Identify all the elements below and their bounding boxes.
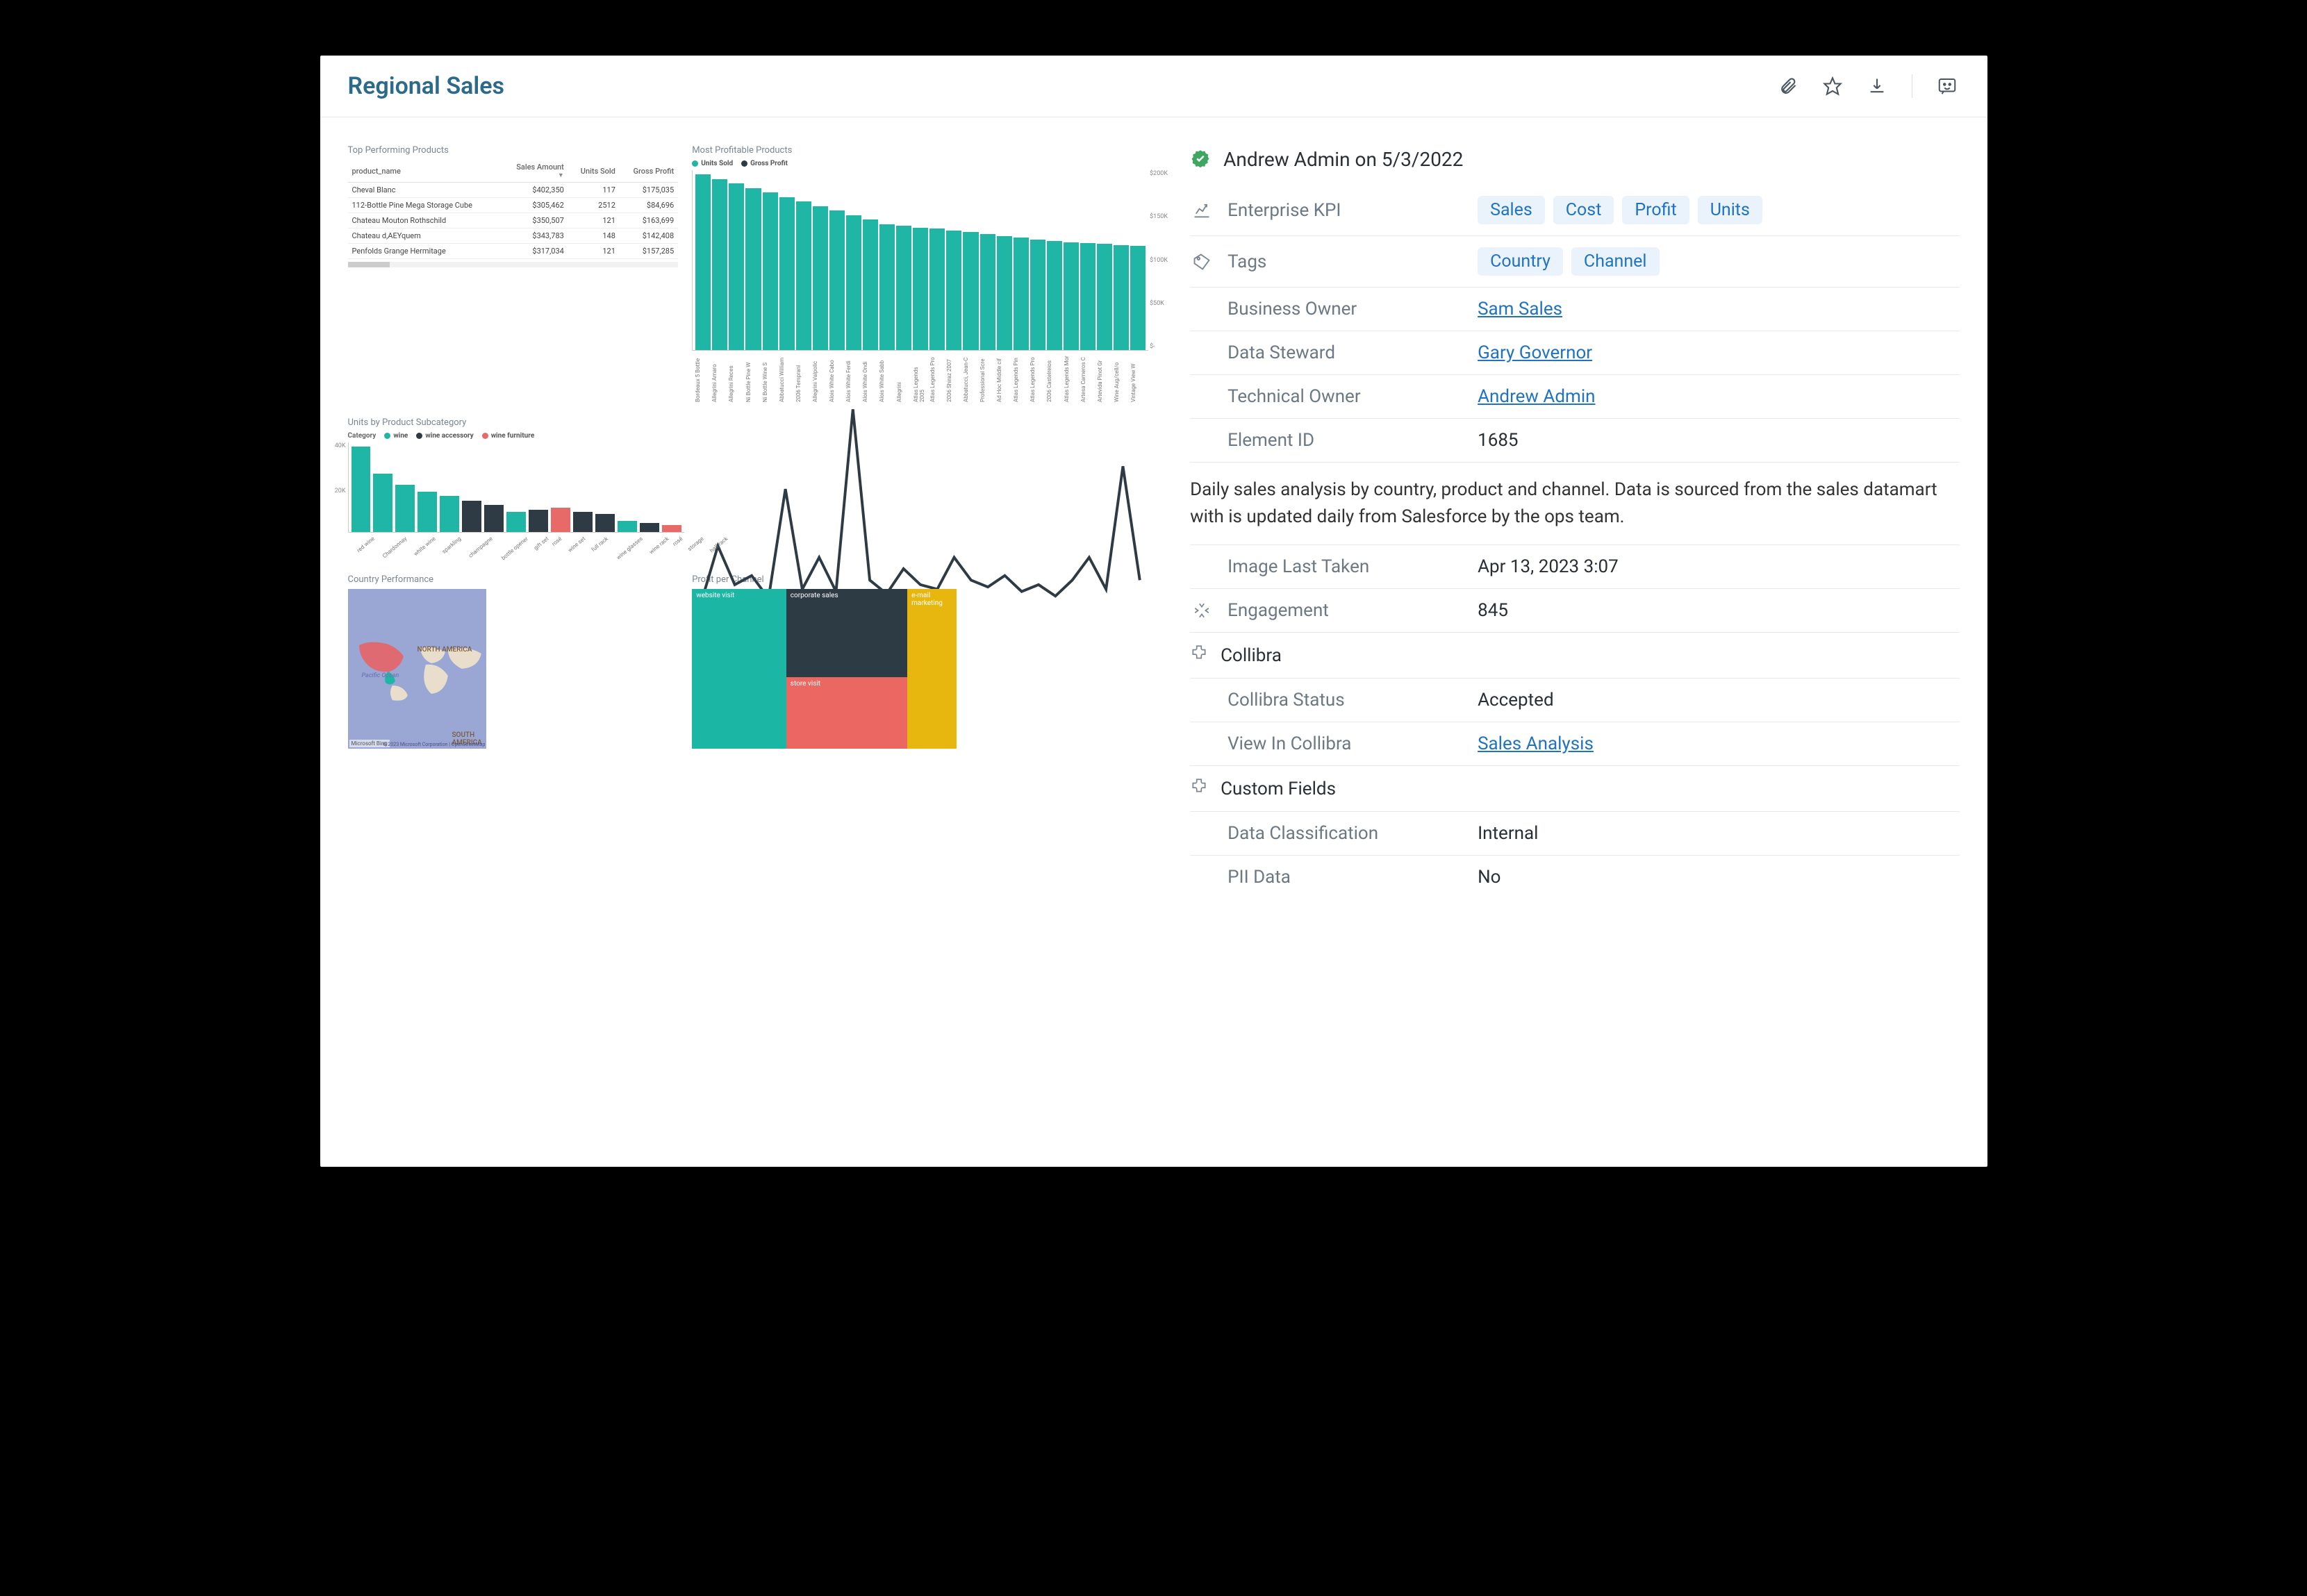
star-icon[interactable] — [1820, 74, 1845, 99]
attachment-icon[interactable] — [1776, 74, 1801, 99]
kpi-row: Enterprise KPI SalesCostProfitUnits — [1190, 185, 1959, 236]
element-id-row: Element ID 1685 — [1190, 419, 1959, 463]
download-icon[interactable] — [1864, 74, 1890, 99]
data-steward-link[interactable]: Gary Governor — [1478, 342, 1959, 363]
table-row[interactable]: Cheval Blanc$402,350117$175,035 — [348, 183, 679, 198]
tag[interactable]: Channel — [1571, 247, 1660, 276]
table-row[interactable]: Chateau Mouton Rothschild$350,507121$163… — [348, 213, 679, 228]
panel-title: Profit per Channel — [692, 574, 1148, 585]
panel-title: Units by Product Subcategory — [348, 417, 684, 428]
technical-owner-row: Technical Owner Andrew Admin — [1190, 375, 1959, 419]
pii-row: PII Data No — [1190, 856, 1959, 899]
panel-title: Top Performing Products — [348, 145, 679, 156]
puzzle-icon — [1190, 644, 1208, 667]
certified-text: Andrew Admin on 5/3/2022 — [1223, 148, 1463, 171]
panel-title: Most Profitable Products — [692, 145, 1148, 156]
data-classification-row: Data Classification Internal — [1190, 812, 1959, 856]
engagement-icon — [1190, 601, 1214, 620]
chart-line-icon — [1190, 201, 1214, 220]
chart-legend: Units Sold Gross Profit — [692, 160, 1148, 167]
kpi-tag[interactable]: Profit — [1622, 196, 1689, 224]
table-scrollbar[interactable] — [348, 262, 679, 267]
description: Daily sales analysis by country, product… — [1190, 463, 1959, 545]
image-last-taken-row: Image Last Taken Apr 13, 2023 3:07 — [1190, 545, 1959, 589]
puzzle-icon — [1190, 777, 1208, 800]
dashboard-preview: Top Performing Products product_nameSale… — [348, 145, 1149, 899]
tag[interactable]: Country — [1478, 247, 1563, 276]
toolbar — [1776, 74, 1960, 99]
certified-badge-icon — [1190, 149, 1211, 170]
profit-channel-treemap[interactable]: website visit corporate sales store visi… — [692, 589, 957, 749]
custom-fields-section: Custom Fields — [1190, 766, 1959, 812]
kpi-tag[interactable]: Units — [1698, 196, 1762, 224]
business-owner-row: Business Owner Sam Sales — [1190, 288, 1959, 331]
content: Top Performing Products product_nameSale… — [320, 117, 1987, 926]
feedback-icon[interactable] — [1935, 74, 1960, 99]
collibra-link[interactable]: Sales Analysis — [1478, 733, 1959, 754]
metadata-panel: Andrew Admin on 5/3/2022 Enterprise KPI … — [1190, 145, 1959, 899]
chart-legend: Category wine wine accessory wine furnit… — [348, 432, 684, 440]
table-row[interactable]: Chateau d,AEYquem$343,783148$142,408 — [348, 228, 679, 244]
page-title: Regional Sales — [348, 72, 504, 100]
units-subcategory-chart: Units by Product Subcategory Category wi… — [348, 417, 684, 554]
app-window: Regional Sales Top Performing Product — [320, 56, 1987, 1167]
country-map[interactable]: NORTH AMERICA EUROPE ASIA AFRICA SOUTH A… — [348, 589, 487, 749]
profitable-products-chart: Most Profitable Products Units Sold Gros… — [692, 145, 1148, 402]
technical-owner-link[interactable]: Andrew Admin — [1478, 386, 1959, 407]
top-products-table: Top Performing Products product_nameSale… — [348, 145, 679, 402]
tags-row: Tags CountryChannel — [1190, 236, 1959, 288]
panel-title: Country Performance — [348, 574, 679, 585]
certified-row: Andrew Admin on 5/3/2022 — [1190, 145, 1959, 185]
collibra-status-row: Collibra Status Accepted — [1190, 679, 1959, 722]
table-row[interactable]: Penfolds Grange Hermitage$317,034121$157… — [348, 244, 679, 259]
collibra-section: Collibra — [1190, 633, 1959, 679]
kpi-tag[interactable]: Cost — [1553, 196, 1614, 224]
table-row[interactable]: 112-Bottle Pine Mega Storage Cube$305,46… — [348, 198, 679, 213]
titlebar: Regional Sales — [320, 56, 1987, 117]
data-steward-row: Data Steward Gary Governor — [1190, 331, 1959, 375]
business-owner-link[interactable]: Sam Sales — [1478, 299, 1959, 319]
kpi-tag[interactable]: Sales — [1478, 196, 1545, 224]
view-in-collibra-row: View In Collibra Sales Analysis — [1190, 722, 1959, 766]
engagement-row: Engagement 845 — [1190, 589, 1959, 633]
tag-icon — [1190, 252, 1214, 272]
